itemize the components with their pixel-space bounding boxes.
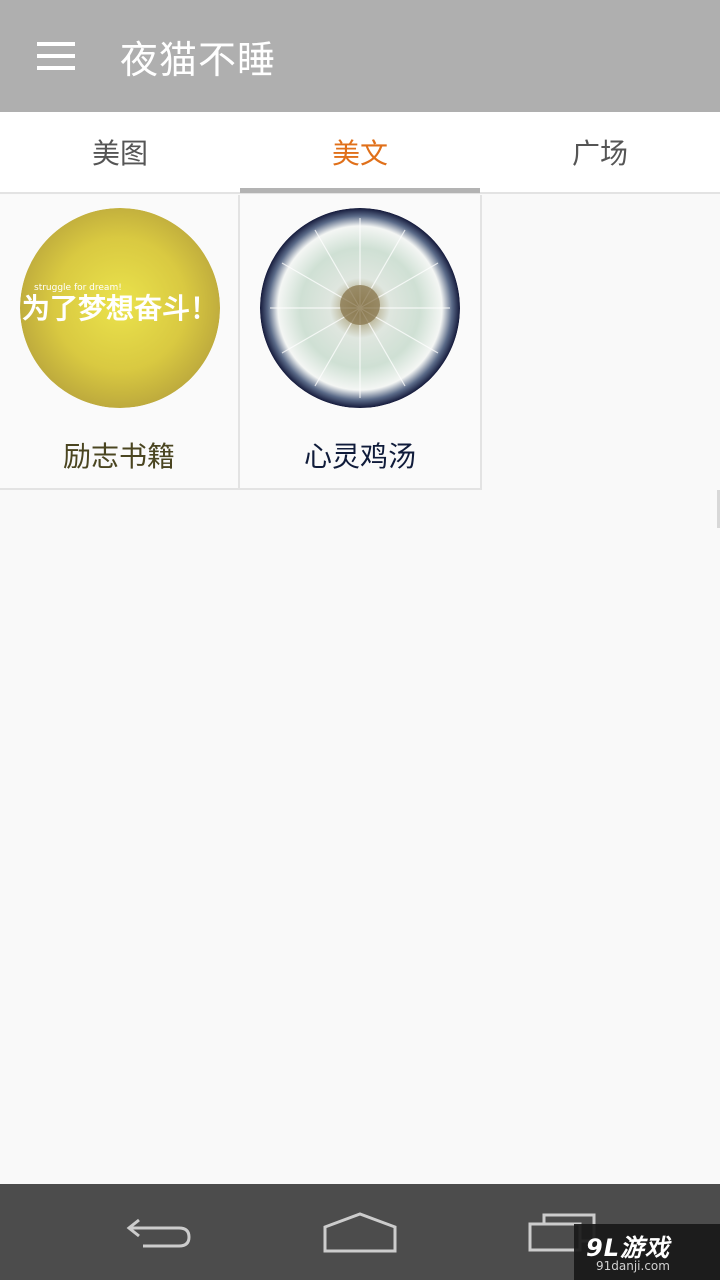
tab-label: 美图: [91, 137, 148, 170]
tab-articles[interactable]: 美文: [240, 112, 480, 193]
back-icon: [126, 1218, 191, 1248]
inspirational-books-thumbnail: struggle for dream! 为了梦想奋斗！: [20, 208, 220, 408]
dandelion-thumbnail: [260, 208, 460, 408]
tab-square[interactable]: 广场: [480, 112, 720, 192]
tab-label: 美文: [331, 137, 388, 170]
back-button[interactable]: [110, 1202, 210, 1262]
app-title: 夜猫不睡: [120, 37, 277, 82]
tab-bar: 美图 美文 广场: [0, 112, 720, 194]
watermark-url: 91danji.com: [596, 1259, 670, 1273]
thumbnail-caption-large: 为了梦想奋斗！: [22, 292, 218, 325]
tab-pictures[interactable]: 美图: [0, 112, 240, 192]
menu-icon: [37, 42, 75, 70]
category-label: 心灵鸡汤: [303, 440, 416, 473]
menu-button[interactable]: [0, 0, 112, 112]
category-card-inspirational-books[interactable]: struggle for dream! 为了梦想奋斗！ 励志书籍: [0, 195, 240, 490]
category-card-chicken-soup[interactable]: 心灵鸡汤: [240, 195, 482, 490]
home-button[interactable]: [310, 1202, 410, 1262]
tab-label: 广场: [571, 137, 628, 170]
tab-indicator: [240, 188, 480, 193]
app-bar: 夜猫不睡: [0, 0, 720, 112]
category-label: 励志书籍: [62, 440, 175, 473]
watermark-logo-text: 9L游戏: [586, 1234, 670, 1262]
home-icon: [323, 1212, 397, 1253]
watermark: 9L游戏 91danji.com: [574, 1224, 720, 1280]
category-grid: struggle for dream! 为了梦想奋斗！ 励志书籍 心灵鸡汤: [0, 195, 482, 490]
